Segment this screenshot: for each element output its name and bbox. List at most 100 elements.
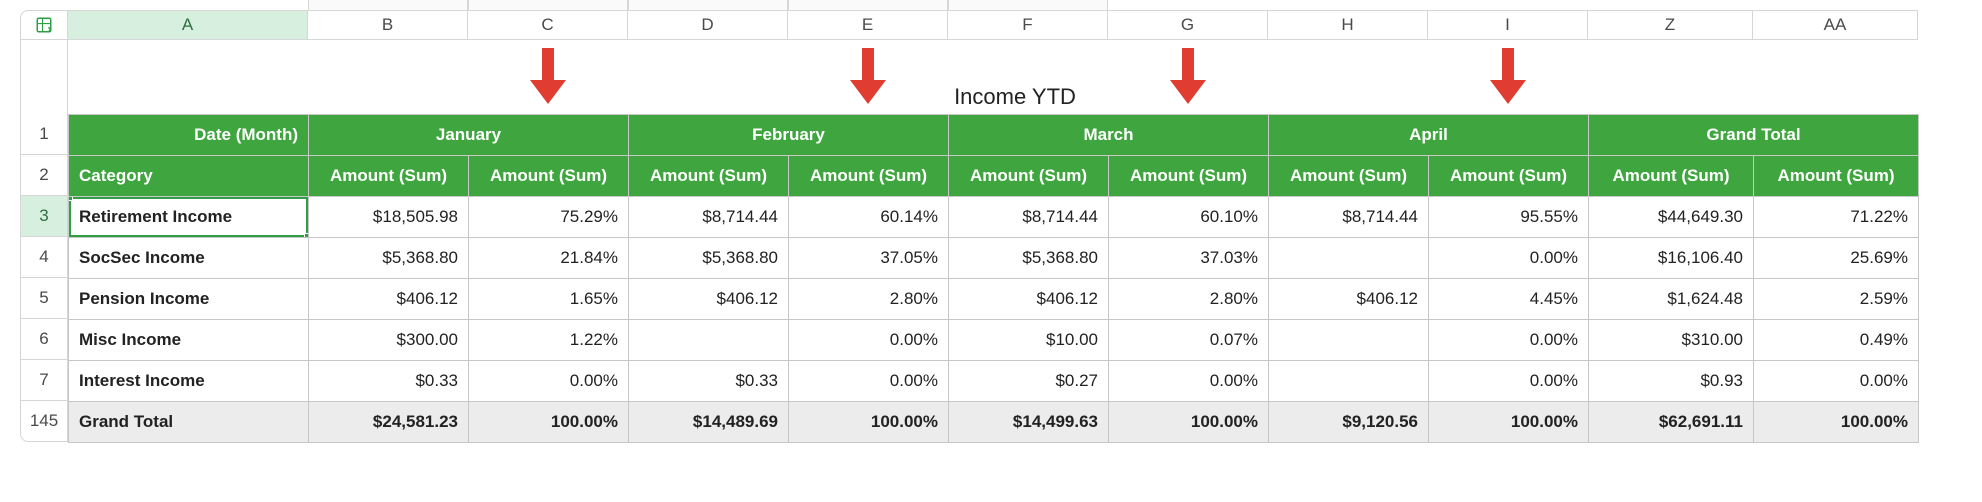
row-header-1[interactable]: 1 (20, 114, 68, 155)
header-date-month[interactable]: Date (Month) (69, 115, 309, 156)
data-cell[interactable]: $310.00 (1589, 320, 1754, 361)
data-cell[interactable] (629, 320, 789, 361)
total-cell[interactable]: $9,120.56 (1269, 402, 1429, 443)
data-cell[interactable]: $0.27 (949, 361, 1109, 402)
data-cell[interactable]: $8,714.44 (949, 197, 1109, 238)
row-header-145[interactable]: 145 (20, 401, 68, 442)
data-cell[interactable]: 0.07% (1109, 320, 1269, 361)
data-cell[interactable]: $5,368.80 (309, 238, 469, 279)
selection-handle[interactable] (69, 197, 74, 202)
data-cell[interactable]: $0.33 (309, 361, 469, 402)
pivot-table[interactable]: Date (Month)JanuaryFebruaryMarchAprilGra… (68, 114, 1919, 443)
data-cell[interactable]: 25.69% (1754, 238, 1919, 279)
data-cell[interactable]: $0.33 (629, 361, 789, 402)
row-header-5[interactable]: 5 (20, 278, 68, 319)
header-category[interactable]: Category (69, 156, 309, 197)
data-cell[interactable]: $44,649.30 (1589, 197, 1754, 238)
data-cell[interactable]: 2.80% (789, 279, 949, 320)
row-header-4[interactable]: 4 (20, 237, 68, 278)
total-cell[interactable]: 100.00% (789, 402, 949, 443)
row-header-6[interactable]: 6 (20, 319, 68, 360)
data-cell[interactable]: $5,368.80 (629, 238, 789, 279)
data-cell[interactable]: $0.93 (1589, 361, 1754, 402)
data-cell[interactable] (1269, 361, 1429, 402)
data-cell[interactable]: $5,368.80 (949, 238, 1109, 279)
data-cell[interactable]: 60.14% (789, 197, 949, 238)
data-cell[interactable]: $1,624.48 (1589, 279, 1754, 320)
column-header-F[interactable]: F (948, 10, 1108, 40)
data-cell[interactable]: 2.80% (1109, 279, 1269, 320)
data-cell[interactable]: 0.00% (1109, 361, 1269, 402)
data-cell[interactable]: $406.12 (629, 279, 789, 320)
selection-handle[interactable] (304, 233, 309, 238)
total-cell[interactable]: 100.00% (1109, 402, 1269, 443)
total-cell[interactable]: 100.00% (1754, 402, 1919, 443)
total-cell[interactable]: 100.00% (469, 402, 629, 443)
header-month[interactable]: March (949, 115, 1269, 156)
data-cell[interactable]: 37.03% (1109, 238, 1269, 279)
column-header-Z[interactable]: Z (1588, 10, 1753, 40)
data-cell[interactable]: 21.84% (469, 238, 629, 279)
header-amount-sum[interactable]: Amount (Sum) (1109, 156, 1269, 197)
data-cell[interactable]: 0.49% (1754, 320, 1919, 361)
data-cell[interactable]: 1.65% (469, 279, 629, 320)
data-cell[interactable]: $300.00 (309, 320, 469, 361)
column-header-H[interactable]: H (1268, 10, 1428, 40)
data-cell[interactable]: 0.00% (1429, 361, 1589, 402)
data-cell[interactable]: $16,106.40 (1589, 238, 1754, 279)
category-cell[interactable]: Retirement Income (69, 197, 309, 238)
total-cell[interactable]: $24,581.23 (309, 402, 469, 443)
data-cell[interactable]: 0.00% (1754, 361, 1919, 402)
data-cell[interactable]: 0.00% (469, 361, 629, 402)
header-amount-sum[interactable]: Amount (Sum) (1269, 156, 1429, 197)
data-cell[interactable]: 95.55% (1429, 197, 1589, 238)
data-cell[interactable]: 4.45% (1429, 279, 1589, 320)
category-cell[interactable]: Misc Income (69, 320, 309, 361)
header-amount-sum[interactable]: Amount (Sum) (629, 156, 789, 197)
header-amount-sum[interactable]: Amount (Sum) (309, 156, 469, 197)
header-month[interactable]: February (629, 115, 949, 156)
row-header-7[interactable]: 7 (20, 360, 68, 401)
grand-total-label[interactable]: Grand Total (69, 402, 309, 443)
data-cell[interactable]: 75.29% (469, 197, 629, 238)
data-cell[interactable]: 37.05% (789, 238, 949, 279)
data-cell[interactable]: $18,505.98 (309, 197, 469, 238)
data-cell[interactable]: $10.00 (949, 320, 1109, 361)
header-month[interactable]: January (309, 115, 629, 156)
row-header-2[interactable]: 2 (20, 155, 68, 196)
data-cell[interactable]: 2.59% (1754, 279, 1919, 320)
total-cell[interactable]: $62,691.11 (1589, 402, 1754, 443)
data-cell[interactable] (1269, 320, 1429, 361)
data-cell[interactable]: $8,714.44 (1269, 197, 1429, 238)
column-header-G[interactable]: G (1108, 10, 1268, 40)
data-cell[interactable]: 0.00% (1429, 238, 1589, 279)
data-cell[interactable]: 60.10% (1109, 197, 1269, 238)
data-cell[interactable]: 71.22% (1754, 197, 1919, 238)
data-cell[interactable]: $8,714.44 (629, 197, 789, 238)
total-cell[interactable]: 100.00% (1429, 402, 1589, 443)
data-cell[interactable]: 0.00% (789, 361, 949, 402)
category-cell[interactable]: Pension Income (69, 279, 309, 320)
column-header-AA[interactable]: AA (1753, 10, 1918, 40)
total-cell[interactable]: $14,499.63 (949, 402, 1109, 443)
header-month[interactable]: April (1269, 115, 1589, 156)
data-cell[interactable]: $406.12 (1269, 279, 1429, 320)
data-cell[interactable] (1269, 238, 1429, 279)
data-cell[interactable]: 0.00% (1429, 320, 1589, 361)
data-cell[interactable]: $406.12 (309, 279, 469, 320)
category-cell[interactable]: SocSec Income (69, 238, 309, 279)
column-header-E[interactable]: E (788, 10, 948, 40)
header-amount-sum[interactable]: Amount (Sum) (789, 156, 949, 197)
column-header-I[interactable]: I (1428, 10, 1588, 40)
data-cell[interactable]: 0.00% (789, 320, 949, 361)
header-amount-sum[interactable]: Amount (Sum) (1754, 156, 1919, 197)
column-header-B[interactable]: B (308, 10, 468, 40)
header-month[interactable]: Grand Total (1589, 115, 1919, 156)
header-amount-sum[interactable]: Amount (Sum) (1429, 156, 1589, 197)
select-all-corner[interactable] (20, 10, 68, 40)
column-header-A[interactable]: A (68, 10, 308, 40)
header-amount-sum[interactable]: Amount (Sum) (469, 156, 629, 197)
header-amount-sum[interactable]: Amount (Sum) (1589, 156, 1754, 197)
column-header-D[interactable]: D (628, 10, 788, 40)
total-cell[interactable]: $14,489.69 (629, 402, 789, 443)
